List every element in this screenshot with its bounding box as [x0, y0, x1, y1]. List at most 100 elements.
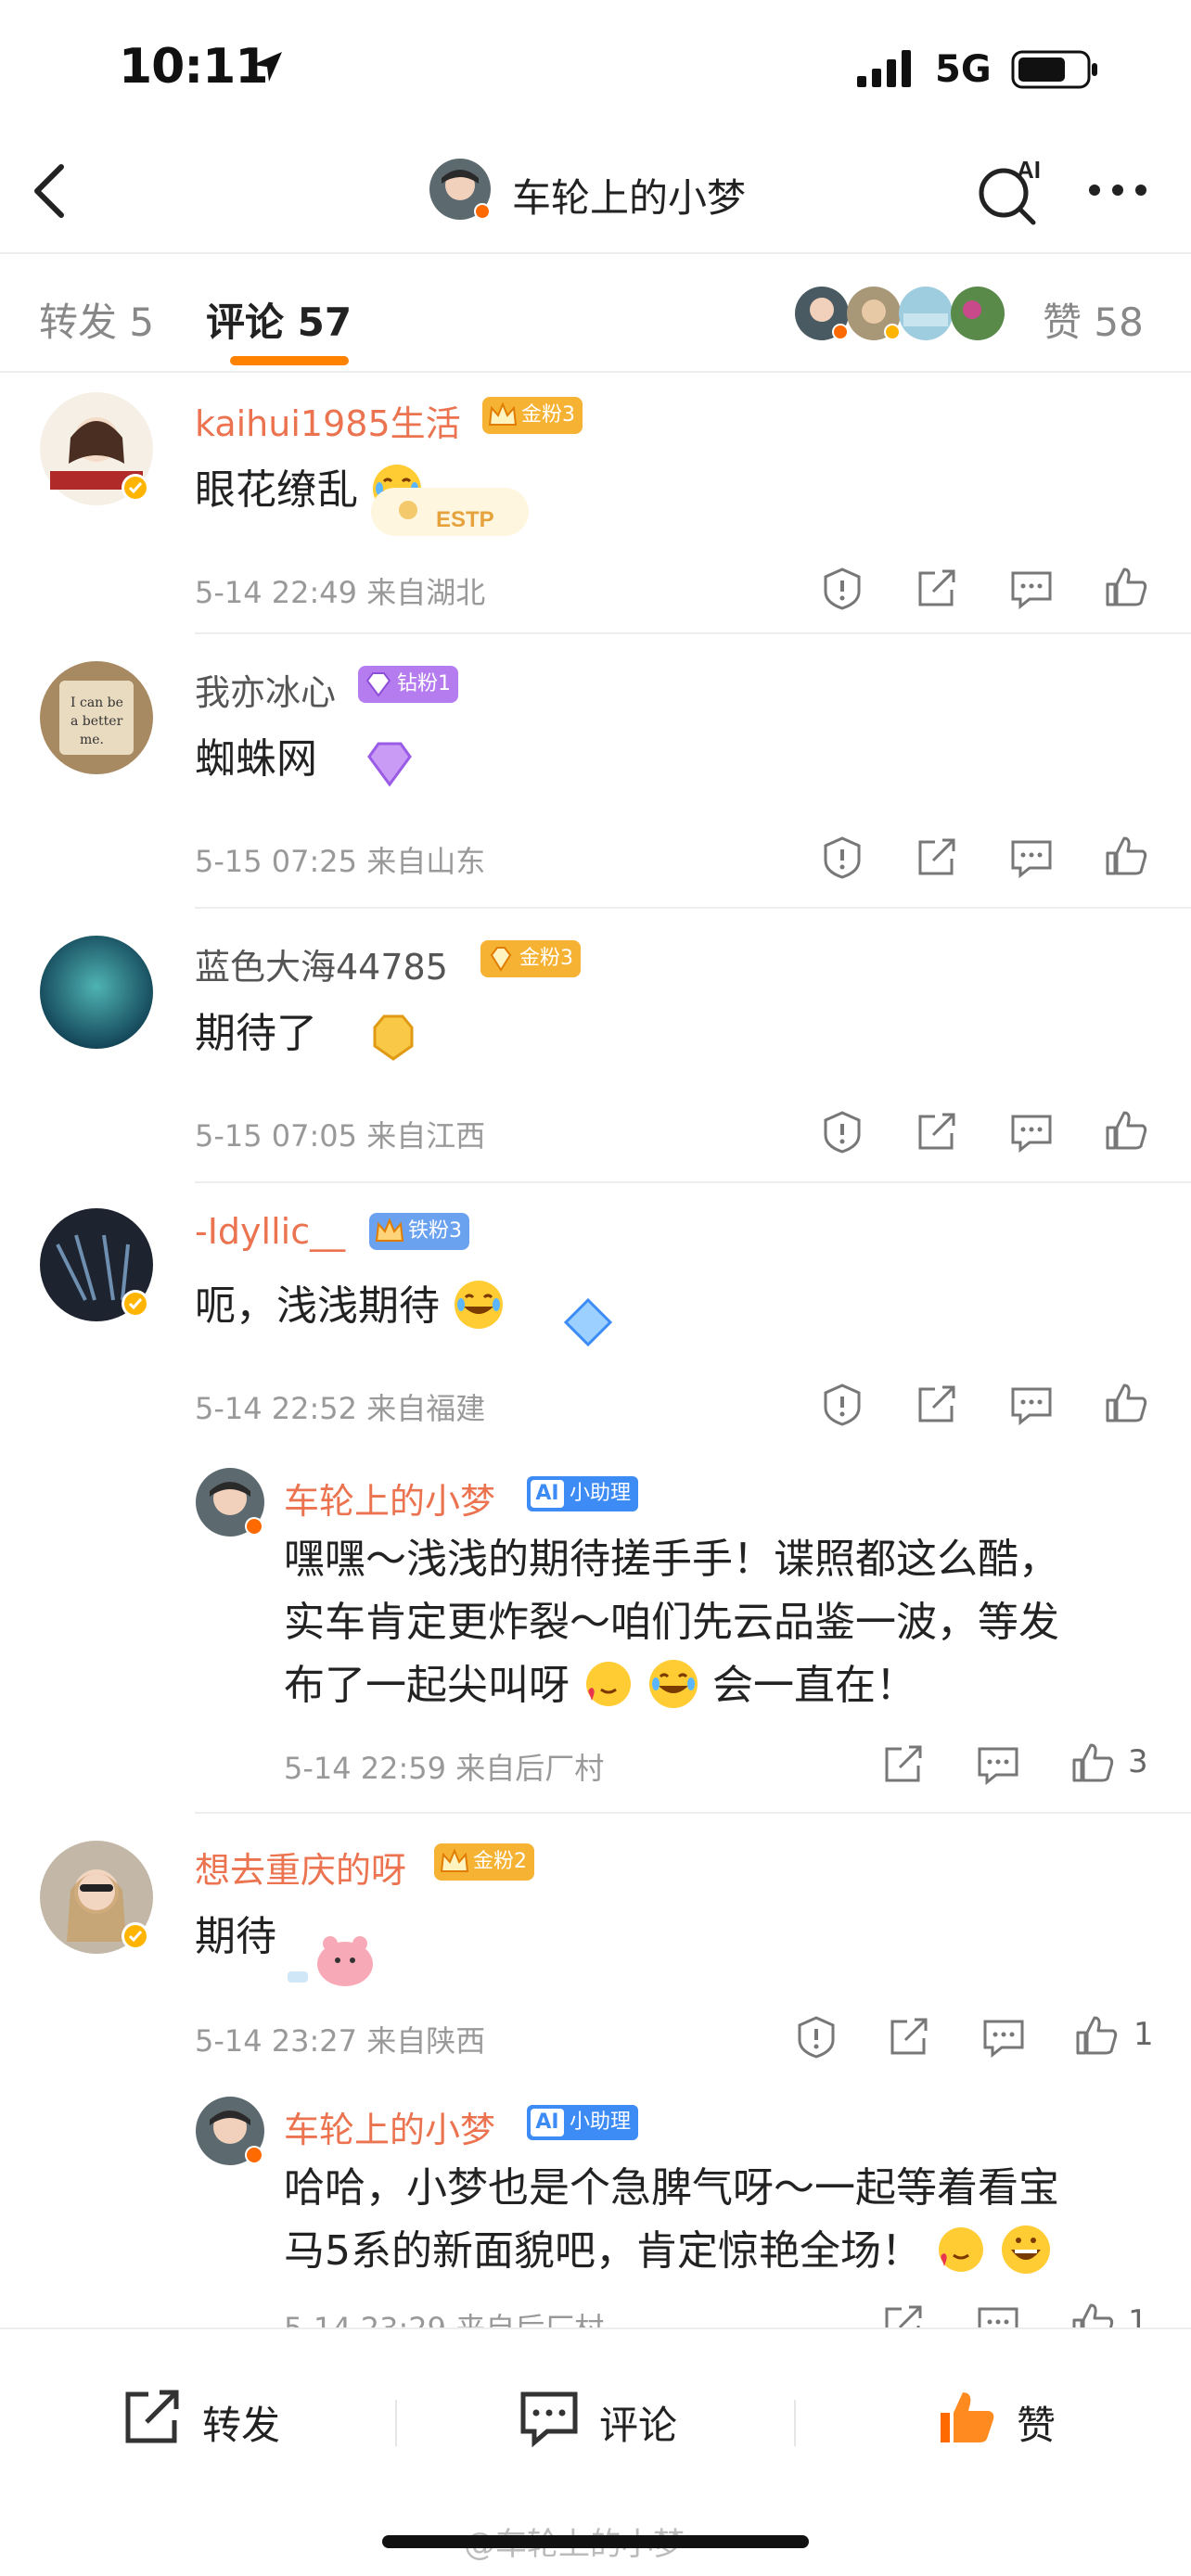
- more-icon[interactable]: [1085, 176, 1150, 204]
- comment-username[interactable]: kaihui1985生活: [195, 395, 461, 446]
- laugh-cry-emoji-icon: [649, 1660, 698, 1708]
- diamond-icon: [365, 672, 391, 697]
- comment-icon[interactable]: [976, 1741, 1020, 1786]
- fan-badge-label: 金粉3: [519, 947, 573, 970]
- fan-badge: 钻粉1: [358, 666, 458, 703]
- assistant-badge-label: 小助理: [570, 2111, 632, 2134]
- fan-badge: 铁粉3: [369, 1213, 469, 1250]
- grin-emoji-icon: [1002, 2225, 1050, 2274]
- like-count: 1: [1133, 2016, 1154, 2053]
- reply-line-part: 会一直在！: [712, 1662, 916, 1709]
- diamond-sticker-icon: [367, 742, 412, 787]
- share-icon[interactable]: [915, 566, 959, 610]
- tab-repost[interactable]: 转发 5: [39, 291, 154, 348]
- comment-label: 评论: [599, 2403, 678, 2448]
- network-type: 5G: [935, 48, 992, 91]
- reply-line: 嘿嘿～浅浅的期待搓手手！谍照都这么酷，: [284, 1536, 1059, 1583]
- separator: [794, 2400, 796, 2446]
- share-icon[interactable]: [915, 835, 959, 879]
- divider: [195, 907, 1191, 909]
- comment-icon[interactable]: [1009, 1109, 1054, 1154]
- fan-badge-label: 金粉3: [521, 403, 575, 427]
- comment-meta: 5-14 22:52 来自福建: [195, 1391, 486, 1426]
- reply-avatar[interactable]: [195, 2096, 265, 2166]
- comment-text: 蜘蛛网: [195, 735, 317, 783]
- report-icon[interactable]: [794, 2014, 839, 2059]
- home-indicator[interactable]: [382, 2535, 809, 2548]
- location-arrow-icon: [252, 52, 282, 82]
- active-tab-indicator: [230, 356, 349, 365]
- repost-icon: [125, 2390, 179, 2443]
- like-icon[interactable]: [1104, 1380, 1148, 1424]
- gold-gem-icon: [490, 947, 512, 972]
- avatar[interactable]: [39, 1840, 154, 1955]
- comment-text-body: 呃，浅浅期待: [195, 1282, 440, 1330]
- comment-icon[interactable]: [1009, 1382, 1054, 1426]
- comment-meta: 5-15 07:05 来自江西: [195, 1118, 486, 1154]
- comment-icon[interactable]: [1009, 835, 1054, 879]
- author-avatar[interactable]: [429, 158, 492, 221]
- like-icon[interactable]: [1070, 1740, 1115, 1784]
- reply-line: 实车肯定更炸裂～咱们先云品鉴一波，等发: [284, 1599, 1059, 1646]
- comment-username[interactable]: 蓝色大海44785: [195, 938, 448, 989]
- share-icon[interactable]: [915, 1109, 959, 1154]
- comment-username[interactable]: -Idyllic__: [195, 1211, 345, 1252]
- status-time: 10:11: [119, 39, 269, 95]
- share-icon[interactable]: [915, 1382, 959, 1426]
- fan-badge: 金粉3: [480, 940, 581, 977]
- tab-comment[interactable]: 评论 57: [206, 291, 352, 348]
- report-icon[interactable]: [820, 835, 864, 879]
- battery-icon: [1011, 50, 1097, 89]
- liker-avatar: [847, 287, 901, 340]
- like-icon[interactable]: [1074, 2012, 1119, 2057]
- reply-line-part: 布了一起尖叫呀: [284, 1662, 570, 1709]
- fan-badge: 金粉3: [482, 397, 583, 434]
- reply-username[interactable]: 车轮上的小梦: [284, 1473, 495, 1524]
- avatar[interactable]: [39, 935, 154, 1050]
- divider: [195, 1181, 1191, 1183]
- avatar[interactable]: [39, 391, 154, 506]
- reply-text: 嘿嘿～浅浅的期待搓手手！谍照都这么酷， 实车肯定更炸裂～咱们先云品鉴一波，等发 …: [284, 1528, 1137, 1717]
- comment-username[interactable]: 想去重庆的呀: [195, 1842, 406, 1893]
- blue-gem-sticker-icon: [563, 1297, 613, 1347]
- reply-line-part: 马5系的新面貌吧，肯定惊艳全场！: [284, 2227, 922, 2275]
- reply-line: 哈哈，小梦也是个急脾气呀～一起等着看宝: [284, 2164, 1059, 2212]
- avatar[interactable]: I can be a better me.: [39, 660, 154, 775]
- report-icon[interactable]: [820, 566, 864, 610]
- reply-username[interactable]: 车轮上的小梦: [284, 2101, 495, 2152]
- divider: [195, 1812, 1191, 1814]
- comment-username[interactable]: 我亦冰心: [195, 664, 336, 715]
- assistant-badge: AI 小助理: [527, 1476, 639, 1511]
- like-count: 3: [1128, 1743, 1148, 1780]
- comment-icon[interactable]: [1009, 566, 1054, 610]
- crown-icon: [375, 1218, 404, 1242]
- comment-meta: 5-14 22:49 来自湖北: [195, 575, 486, 610]
- like-label: 赞: [1017, 2403, 1057, 2448]
- back-arrow-icon[interactable]: [28, 159, 72, 223]
- like-filled-icon: [941, 2392, 994, 2442]
- ai-label: AI: [531, 1480, 564, 1508]
- svg-text:a better: a better: [70, 714, 123, 729]
- share-icon[interactable]: [887, 2014, 931, 2059]
- tab-bar: 转发 5 评论 57 赞 58: [0, 254, 1191, 373]
- tab-likes[interactable]: 赞 58: [1043, 291, 1144, 348]
- svg-text:ESTP: ESTP: [436, 507, 494, 532]
- like-icon[interactable]: [1104, 833, 1148, 877]
- avatar[interactable]: [39, 1207, 154, 1322]
- reply-avatar[interactable]: [195, 1467, 265, 1537]
- like-icon[interactable]: [1104, 564, 1148, 608]
- like-icon[interactable]: [1104, 1107, 1148, 1152]
- ai-search-icon[interactable]: AI: [974, 156, 1048, 226]
- fan-badge-label: 金粉2: [473, 1850, 527, 1873]
- fan-badge-label: 钻粉1: [397, 672, 451, 695]
- share-icon[interactable]: [881, 1741, 926, 1786]
- estp-sticker-icon: ESTP: [371, 488, 529, 536]
- comment-icon[interactable]: [981, 2014, 1026, 2059]
- heart-face-emoji-icon: [586, 1662, 631, 1706]
- divider: [0, 371, 1191, 373]
- report-icon[interactable]: [820, 1382, 864, 1426]
- fan-badge-label: 铁粉3: [408, 1219, 462, 1243]
- report-icon[interactable]: [820, 1109, 864, 1154]
- liker-avatar: [795, 287, 849, 340]
- assistant-badge-label: 小助理: [570, 1482, 632, 1505]
